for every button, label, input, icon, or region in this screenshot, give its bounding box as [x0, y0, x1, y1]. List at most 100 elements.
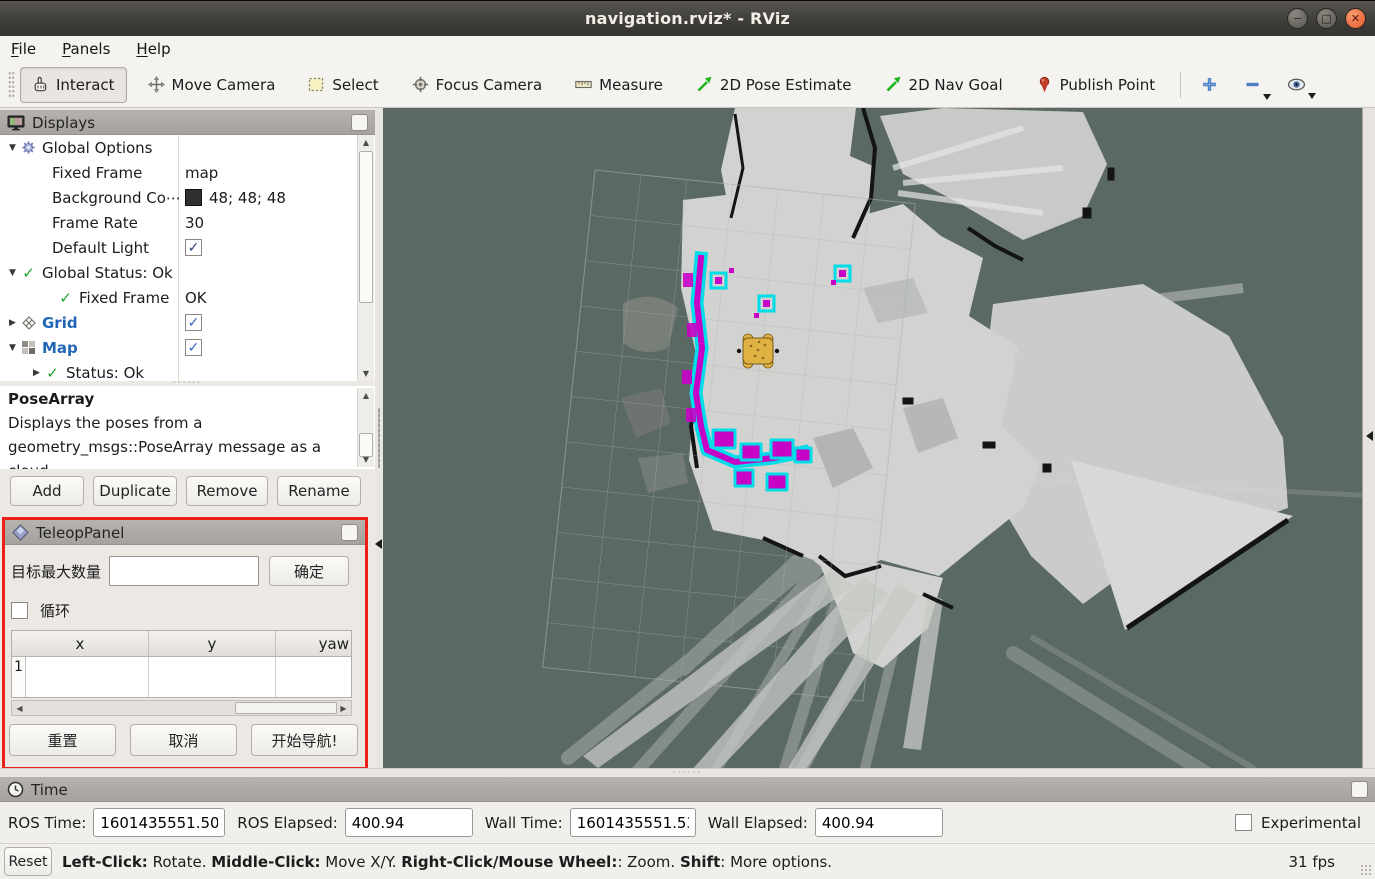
vertical-splitter[interactable]: [375, 108, 383, 768]
scrollbar-thumb[interactable]: [235, 702, 337, 714]
loop-checkbox[interactable]: [11, 602, 28, 619]
expander-down-icon[interactable]: ▼: [6, 143, 19, 153]
cell-yaw[interactable]: [276, 657, 351, 697]
nav-goal-tool-button[interactable]: 2D Nav Goal: [873, 67, 1015, 103]
cancel-button[interactable]: 取消: [130, 724, 237, 756]
wall-time-input[interactable]: [570, 808, 696, 837]
table-horizontal-scrollbar[interactable]: ◀ ▶: [11, 700, 352, 716]
right-dock-splitter[interactable]: [1362, 108, 1375, 768]
tree-row-map-display[interactable]: ▼ Map ✓: [0, 335, 375, 360]
scrollbar-thumb[interactable]: [359, 151, 373, 303]
collapse-left-icon[interactable]: [1366, 431, 1373, 441]
bottom-dock-splitter[interactable]: ······: [0, 768, 1375, 777]
column-header-x[interactable]: x: [12, 631, 149, 657]
resize-grip[interactable]: [1360, 864, 1372, 876]
ros-time-input[interactable]: [93, 808, 225, 837]
teleop-panel-title: TeleopPanel: [36, 524, 124, 542]
scrollbar-track[interactable]: [27, 701, 336, 715]
scroll-up-icon[interactable]: ▲: [358, 135, 374, 150]
menu-help[interactable]: Help: [136, 40, 170, 58]
scroll-up-icon[interactable]: ▲: [358, 388, 374, 403]
minimize-button[interactable]: −: [1287, 8, 1308, 29]
color-swatch[interactable]: [185, 189, 202, 206]
wall-elapsed-input[interactable]: [815, 808, 943, 837]
displays-panel-header[interactable]: Displays: [0, 110, 375, 135]
expander-right-icon[interactable]: ▶: [30, 368, 43, 378]
displays-scrollbar[interactable]: ▲ ▼: [357, 135, 374, 381]
reset-button[interactable]: Reset: [4, 847, 52, 876]
move-camera-tool-button[interactable]: Move Camera: [136, 67, 288, 103]
zoom-in-button[interactable]: [1193, 72, 1226, 97]
expander-down-icon[interactable]: ▼: [6, 268, 19, 278]
menu-file[interactable]: File: [11, 40, 36, 58]
select-tool-button[interactable]: Select: [296, 67, 390, 103]
frame-rate-value[interactable]: 30: [185, 210, 204, 235]
map-checkbox[interactable]: ✓: [185, 339, 202, 356]
camera-view-button[interactable]: [1279, 73, 1314, 96]
waypoint-table: x y yaw 1: [11, 630, 352, 698]
expander-right-icon[interactable]: ▶: [6, 318, 19, 328]
background-color-value[interactable]: 48; 48; 48: [209, 189, 286, 207]
column-header-yaw[interactable]: yaw: [276, 631, 351, 657]
panel-float-button[interactable]: [351, 114, 368, 131]
tree-row-default-light[interactable]: Default Light ✓: [0, 235, 375, 260]
time-panel-header[interactable]: Time: [0, 777, 1375, 802]
remove-button[interactable]: Remove: [186, 476, 268, 506]
description-scrollbar[interactable]: ▲ ▼: [357, 388, 374, 467]
default-light-checkbox[interactable]: ✓: [185, 239, 202, 256]
tree-row-frame-rate[interactable]: Frame Rate 30: [0, 210, 375, 235]
scroll-down-icon[interactable]: ▼: [358, 452, 374, 467]
column-header-y[interactable]: y: [149, 631, 276, 657]
grid-display-icon: [19, 315, 38, 331]
fixed-frame-value[interactable]: map: [185, 160, 218, 185]
toolbar-drag-handle[interactable]: [8, 71, 15, 99]
hand-pointer-icon: [32, 76, 49, 93]
confirm-button[interactable]: 确定: [269, 556, 349, 586]
tree-row-global-status[interactable]: ▼ ✓ Global Status: Ok: [0, 260, 375, 285]
tree-row-global-options[interactable]: ▼ Global Options: [0, 135, 375, 160]
menu-panels[interactable]: Panels: [62, 40, 110, 58]
rename-button[interactable]: Rename: [277, 476, 361, 506]
teleop-panel-header[interactable]: TeleopPanel: [5, 520, 365, 545]
tree-row-background-color[interactable]: Background Co⋯ 48; 48; 48: [0, 185, 375, 210]
fixed-frame-status-value: OK: [185, 285, 207, 310]
focus-camera-tool-button[interactable]: Focus Camera: [400, 67, 554, 103]
description-title: PoseArray: [8, 387, 355, 411]
move-arrows-icon: [148, 76, 165, 93]
collapse-left-icon[interactable]: [375, 539, 382, 549]
start-navigation-button[interactable]: 开始导航!: [251, 724, 358, 756]
reset-goals-button[interactable]: 重置: [9, 724, 116, 756]
experimental-checkbox[interactable]: [1235, 814, 1252, 831]
robot-model: [737, 334, 779, 368]
maximize-button[interactable]: □: [1316, 8, 1337, 29]
cell-x[interactable]: [26, 657, 149, 697]
grid-checkbox[interactable]: ✓: [185, 314, 202, 331]
chevron-down-icon[interactable]: [1308, 93, 1316, 99]
table-header-row: x y yaw: [12, 631, 351, 657]
expander-down-icon[interactable]: ▼: [6, 343, 19, 353]
row-header[interactable]: 1: [12, 657, 26, 697]
cell-y[interactable]: [149, 657, 276, 697]
interact-tool-button[interactable]: Interact: [20, 67, 127, 103]
scroll-right-icon[interactable]: ▶: [336, 701, 351, 715]
render-viewport[interactable]: [383, 108, 1362, 768]
tree-row-fixed-frame-status[interactable]: ✓ Fixed Frame OK: [0, 285, 375, 310]
measure-tool-button[interactable]: Measure: [563, 67, 675, 103]
description-line: geometry_msgs::PoseArray message as a cl…: [8, 435, 355, 469]
zoom-out-button[interactable]: [1236, 72, 1269, 97]
displays-panel-title: Displays: [32, 114, 95, 132]
tree-row-grid-display[interactable]: ▶ Grid ✓: [0, 310, 375, 335]
close-button[interactable]: ✕: [1345, 8, 1366, 29]
tree-row-fixed-frame[interactable]: Fixed Frame map: [0, 160, 375, 185]
chevron-down-icon[interactable]: [1263, 94, 1271, 100]
title-bar[interactable]: navigation.rviz* - RViz − □ ✕: [0, 0, 1375, 36]
publish-point-tool-button[interactable]: Publish Point: [1024, 67, 1167, 103]
add-button[interactable]: Add: [10, 476, 84, 506]
panel-float-button[interactable]: [1351, 781, 1368, 798]
panel-float-button[interactable]: [341, 524, 358, 541]
scroll-left-icon[interactable]: ◀: [12, 701, 27, 715]
goal-count-input[interactable]: [109, 556, 259, 586]
duplicate-button[interactable]: Duplicate: [93, 476, 177, 506]
ros-elapsed-input[interactable]: [345, 808, 473, 837]
pose-estimate-tool-button[interactable]: 2D Pose Estimate: [684, 67, 864, 103]
